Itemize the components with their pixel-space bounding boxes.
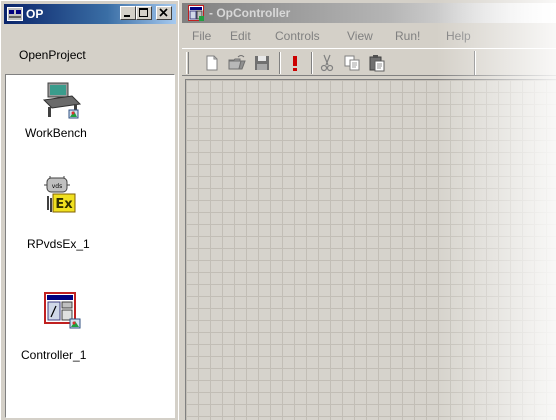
new-button[interactable] — [202, 53, 222, 73]
menu-controls[interactable]: Controls — [275, 29, 320, 43]
copy-icon — [344, 55, 360, 71]
workbench-label: WorkBench — [25, 126, 87, 140]
svg-text:vds: vds — [52, 183, 63, 190]
menu-help[interactable]: Help — [446, 29, 471, 43]
open-button[interactable] — [227, 53, 247, 73]
menu-view[interactable]: View — [347, 29, 373, 43]
svg-text:Ex: Ex — [55, 197, 73, 212]
minimize-icon — [124, 15, 130, 17]
maximize-icon — [139, 8, 148, 17]
toolbar-end — [474, 51, 476, 75]
cut-button[interactable] — [317, 53, 337, 73]
minimize-button[interactable] — [120, 6, 136, 20]
op-titlebar[interactable]: OP — [4, 4, 176, 24]
project-item-rpvdsex[interactable]: vds Ex RPvdsEx_1 — [6, 170, 166, 251]
op-app-icon — [7, 7, 23, 21]
project-item-controller[interactable]: Controller_1 — [6, 283, 166, 363]
toolbar-separator — [279, 52, 281, 74]
rpvdsex-icon: vds Ex — [44, 176, 76, 213]
controller-icon — [44, 292, 81, 329]
menu-run[interactable]: Run! — [395, 29, 420, 43]
op-window: OP OpenProject WorkBench vds Ex RPvdsEx_… — [0, 0, 178, 420]
menu-edit[interactable]: Edit — [230, 29, 251, 43]
toolbar-separator — [311, 52, 313, 74]
design-canvas[interactable] — [185, 79, 556, 420]
maximize-button[interactable] — [136, 6, 152, 20]
opcontroller-window: - OpController File Edit Controls View R… — [178, 0, 556, 420]
open-folder-icon — [228, 55, 246, 70]
workbench-icon — [42, 82, 82, 119]
save-button[interactable] — [252, 53, 272, 73]
open-project-label: OpenProject — [19, 48, 86, 62]
controller-label: Controller_1 — [21, 348, 87, 362]
opcontroller-title: - OpController — [209, 6, 291, 20]
close-button[interactable] — [156, 6, 172, 20]
project-item-list: WorkBench vds Ex RPvdsEx_1 Controller_1 — [5, 74, 175, 418]
op-header: OpenProject — [4, 26, 176, 74]
opcontroller-app-icon — [188, 5, 204, 21]
cut-icon — [320, 54, 334, 72]
close-icon — [159, 8, 168, 17]
paste-button[interactable] — [367, 53, 387, 73]
toolbar-grip[interactable] — [186, 52, 189, 74]
paste-icon — [369, 55, 385, 72]
op-window-title: OP — [26, 7, 44, 21]
run-icon — [293, 56, 297, 71]
menu-bar: File Edit Controls View Run! Help — [182, 27, 556, 45]
save-icon — [255, 56, 269, 70]
new-file-icon — [206, 55, 218, 71]
project-item-workbench[interactable]: WorkBench — [6, 75, 166, 155]
run-button[interactable] — [285, 53, 305, 73]
menu-file[interactable]: File — [192, 29, 211, 43]
rpvdsex-label: RPvdsEx_1 — [27, 237, 90, 251]
copy-button[interactable] — [342, 53, 362, 73]
toolbar — [182, 48, 556, 76]
opcontroller-titlebar[interactable]: - OpController — [182, 3, 556, 23]
